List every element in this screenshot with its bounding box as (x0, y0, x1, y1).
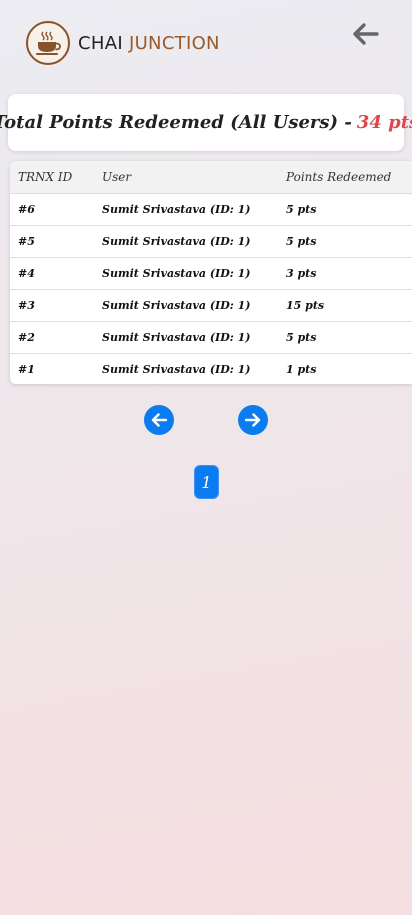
cell-trnx-id: #5 (10, 225, 94, 258)
column-header-points: Points Redeemed (278, 161, 412, 194)
prev-page-button[interactable] (144, 405, 174, 435)
brand-name-part2: JUNCTION (128, 32, 220, 54)
column-header-user: User (94, 161, 278, 194)
cell-trnx-id: #3 (10, 289, 94, 322)
table-row: #4 Sumit Srivastava (ID: 1) 3 pts (10, 257, 412, 290)
table-row: #5 Sumit Srivastava (ID: 1) 5 pts (10, 225, 412, 258)
cell-points: 5 pts (278, 193, 412, 226)
cell-points: 1 pts (286, 362, 317, 376)
table-row: #2 Sumit Srivastava (ID: 1) 5 pts (10, 321, 412, 354)
table-row: #1 Sumit Srivastava (ID: 1) 1 pts (10, 353, 412, 384)
cell-user: Sumit Srivastava (ID: 1) (94, 321, 278, 354)
cell-user: Sumit Srivastava (ID: 1) (94, 257, 278, 290)
brand-name: CHAI JUNCTION (78, 33, 220, 54)
cell-points: 5 pts (278, 225, 412, 258)
cell-points: 3 pts (278, 257, 412, 290)
table-row: #6 Sumit Srivastava (ID: 1) 5 pts (10, 193, 412, 226)
brand-logo[interactable]: CHAI JUNCTION (26, 21, 220, 65)
total-points-summary: Total Points Redeemed (All Users) - 34 p… (0, 94, 412, 151)
cell-user: Sumit Srivastava (ID: 1) (94, 193, 278, 226)
cell-user: Sumit Srivastava (ID: 1) (102, 362, 251, 376)
arrow-left-icon (151, 413, 167, 427)
table-row: #3 Sumit Srivastava (ID: 1) 15 pts (10, 289, 412, 322)
back-button[interactable] (350, 20, 380, 48)
summary-value: 34 pts (356, 112, 412, 133)
arrow-left-icon (353, 23, 379, 45)
cell-user: Sumit Srivastava (ID: 1) (94, 225, 278, 258)
cell-points: 15 pts (278, 289, 412, 322)
arrow-right-icon (245, 413, 261, 427)
summary-label: Total Points Redeemed (All Users) - (0, 112, 352, 133)
cell-trnx-id: #4 (10, 257, 94, 290)
cell-trnx-id: #2 (10, 321, 94, 354)
cell-trnx-id: #1 (18, 362, 35, 376)
cell-points: 5 pts (278, 321, 412, 354)
redemptions-table: TRNX ID User Points Redeemed #6 Sumit Sr… (10, 161, 412, 384)
column-header-trnx-id: TRNX ID (10, 161, 94, 194)
chai-cup-icon (26, 21, 70, 65)
brand-name-part1: CHAI (78, 32, 123, 54)
cell-user: Sumit Srivastava (ID: 1) (94, 289, 278, 322)
table-header-row: TRNX ID User Points Redeemed (10, 161, 412, 194)
cell-trnx-id: #6 (10, 193, 94, 226)
page-number-button[interactable]: 1 (195, 466, 218, 498)
app-header: CHAI JUNCTION (0, 0, 412, 90)
next-page-button[interactable] (238, 405, 268, 435)
